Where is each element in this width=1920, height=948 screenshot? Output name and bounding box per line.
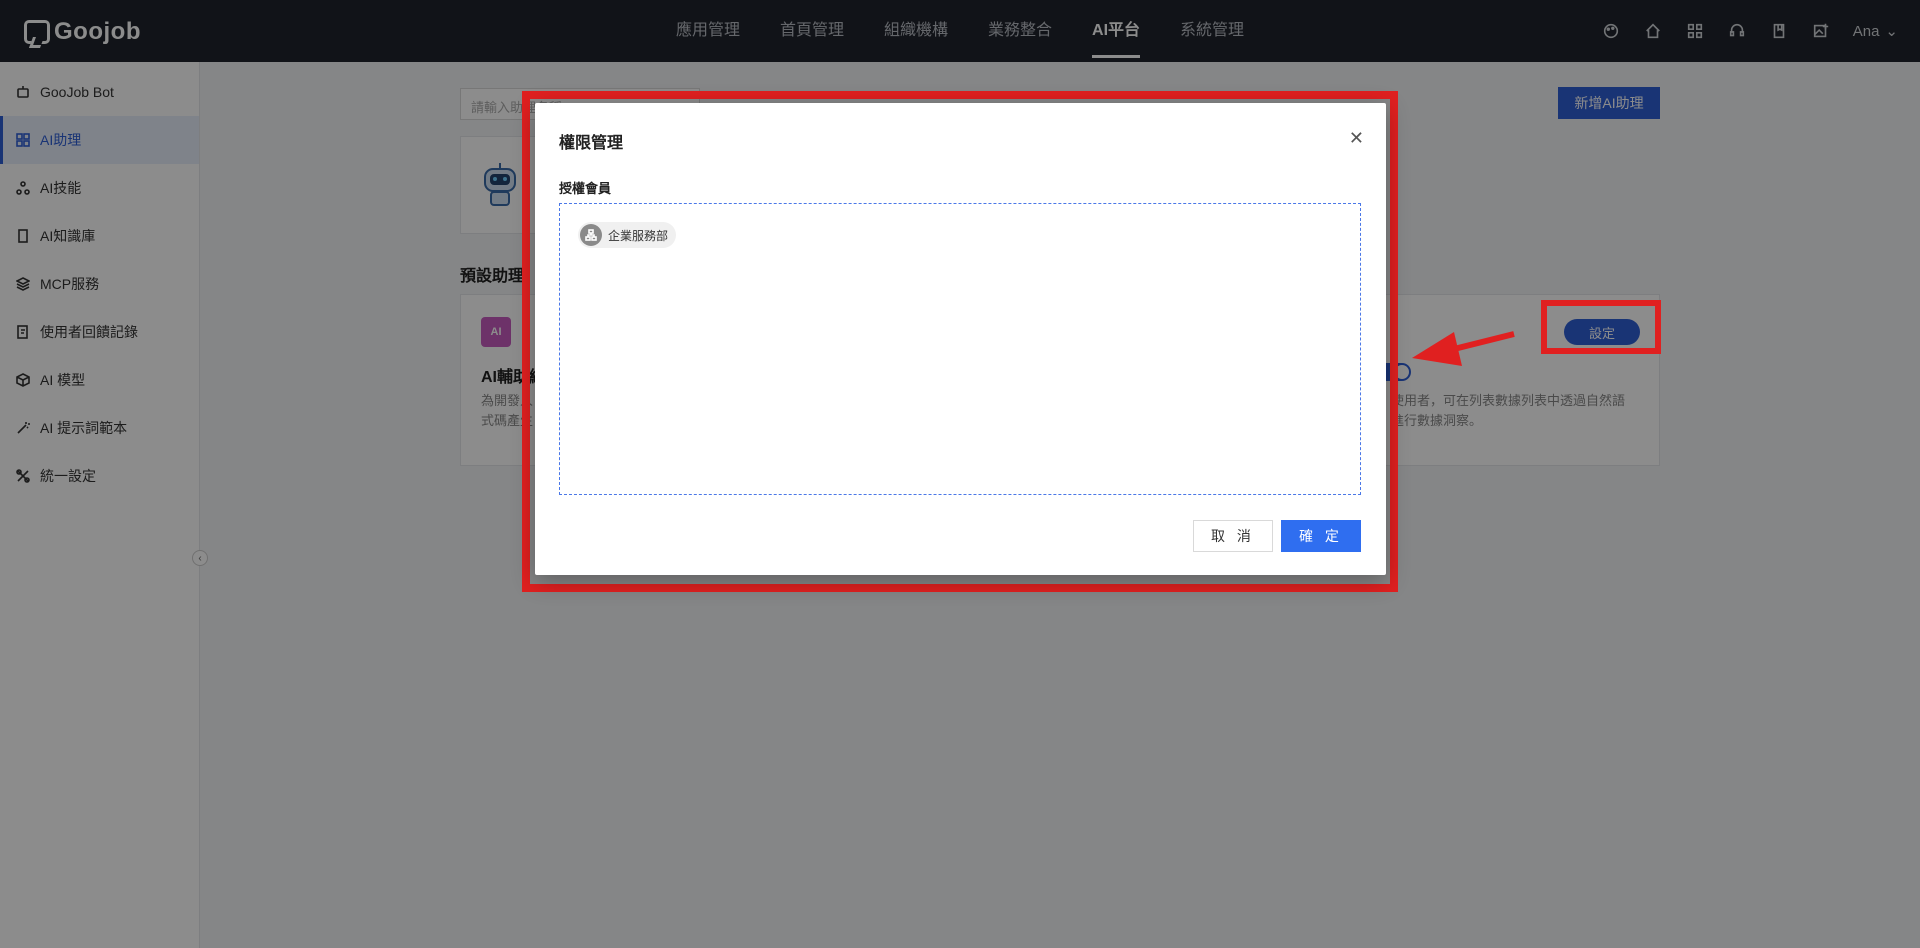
cancel-button[interactable]: 取 消 [1193,520,1273,552]
authorized-members-label: 授權會員 [559,181,612,196]
confirm-button[interactable]: 確 定 [1281,520,1361,552]
member-tag-label: 企業服務部 [608,228,669,243]
close-icon[interactable]: ✕ [1349,129,1364,147]
annotation-arrow-icon [1412,331,1515,366]
modal-title: 權限管理 [559,135,624,152]
authorized-members-area[interactable]: 企業服務部 [559,203,1361,495]
org-chart-icon [580,224,602,246]
member-tag[interactable]: 企業服務部 [578,222,677,248]
permission-modal: 權限管理 ✕ 授權會員 企業服務部 取 消 確 定 [535,103,1386,575]
